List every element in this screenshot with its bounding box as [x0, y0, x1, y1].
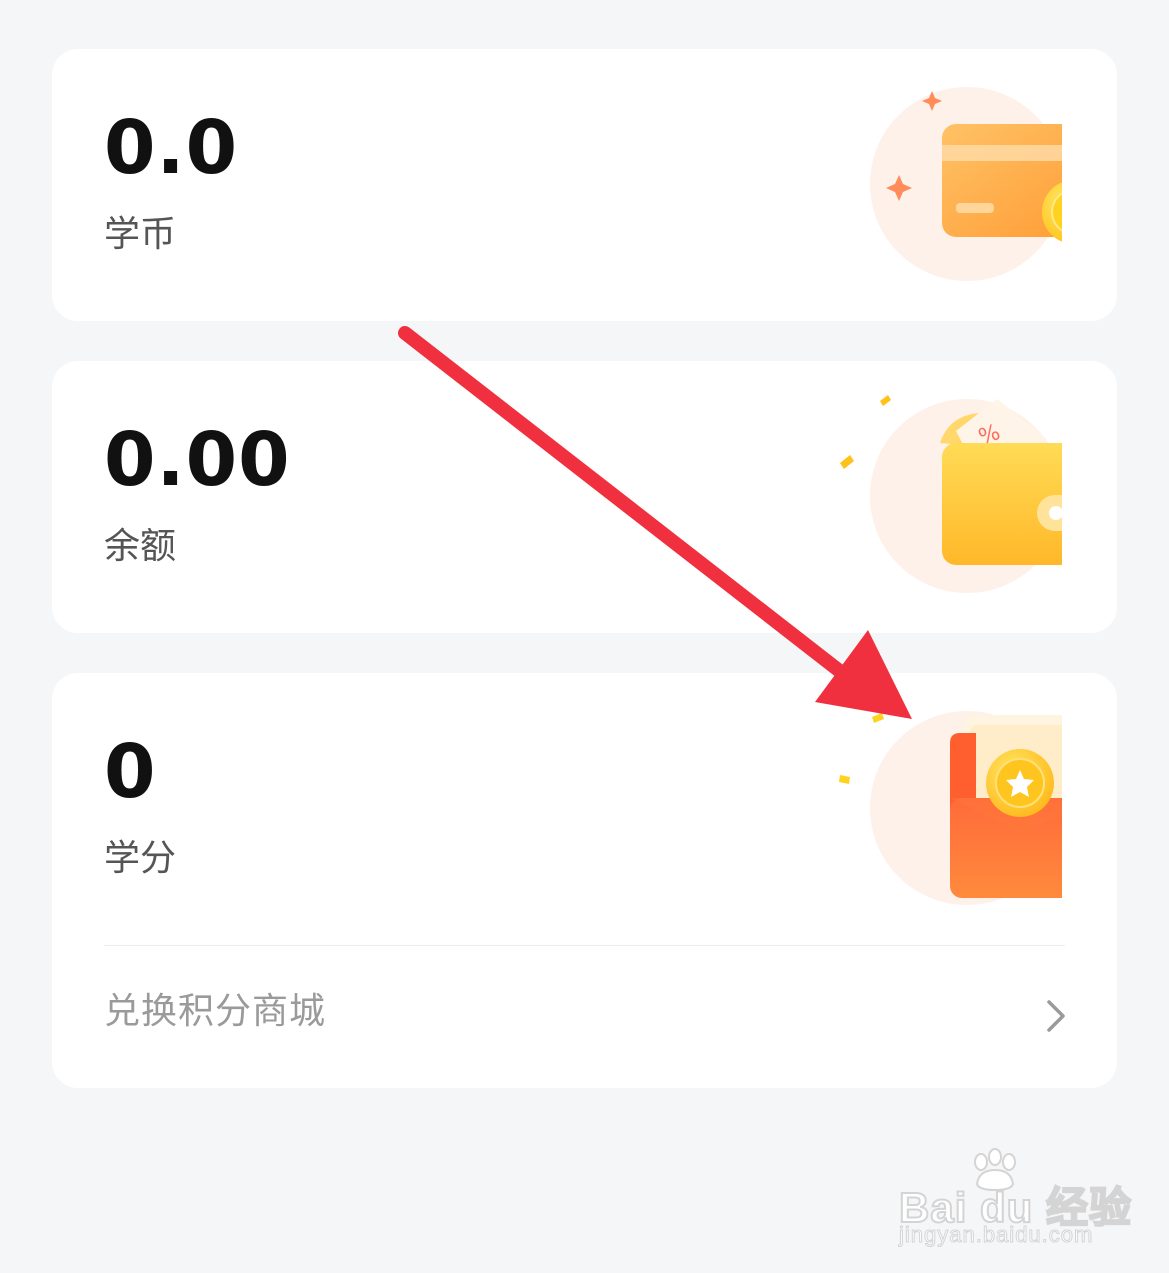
credits-card[interactable]: 0 学分 兑换积分商城	[52, 673, 1117, 1088]
chevron-right-icon	[1047, 1000, 1065, 1032]
baidu-jingyan-watermark: Bai du 经验 jingyan.baidu.com	[895, 1148, 1135, 1258]
red-envelope-star-icon	[839, 711, 1062, 905]
balance-card[interactable]: 0.00 余额 %	[52, 361, 1117, 633]
coins-label: 学币	[104, 214, 177, 255]
exchange-points-mall-link[interactable]: 兑换积分商城	[52, 946, 1117, 1088]
wallet-icon: %	[840, 395, 1062, 593]
exchange-points-mall-label: 兑换积分商城	[104, 991, 327, 1032]
credits-value: 0	[104, 729, 157, 815]
coins-value: 0.0	[104, 105, 239, 191]
credit-card-coin-icon: ¥	[870, 87, 1062, 281]
credits-label: 学分	[104, 838, 177, 879]
watermark-url: jingyan.baidu.com	[898, 1222, 1094, 1248]
balance-value: 0.00	[104, 417, 291, 503]
balance-label: 余额	[104, 526, 177, 567]
coins-card[interactable]: 0.0 学币 ¥	[52, 49, 1117, 321]
